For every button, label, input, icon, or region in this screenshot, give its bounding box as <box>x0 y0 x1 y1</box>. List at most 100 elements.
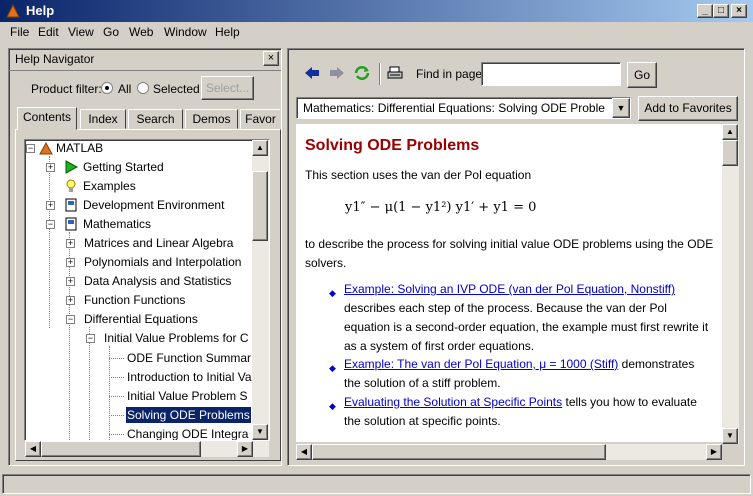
bullet-icon: ◆ <box>329 363 336 373</box>
refresh-icon[interactable] <box>353 65 371 81</box>
title-bar: Help _ □ × <box>0 0 753 22</box>
content-scrollbar[interactable] <box>722 124 739 444</box>
menu-window[interactable]: Window <box>164 25 207 39</box>
print-icon[interactable] <box>386 65 404 81</box>
find-input[interactable] <box>481 62 621 86</box>
content-scroll-up-button[interactable]: ▲ <box>722 124 738 140</box>
product-filter-label: Product filter: <box>31 82 102 96</box>
paragraph: to describe the process for solving init… <box>305 237 714 270</box>
link-stiff-example[interactable]: Example: The van der Pol Equation, μ = 1… <box>344 357 618 371</box>
tree-node-introduction[interactable]: Introduction to Initial Va <box>127 369 252 385</box>
collapse-toggle[interactable]: − <box>46 220 55 229</box>
navigator-title: Help Navigator <box>15 52 95 66</box>
tree-node-ode-function-summary[interactable]: ODE Function Summar <box>127 350 251 366</box>
tree-node-ivp-solvers[interactable]: Initial Value Problem S <box>127 388 248 404</box>
back-arrow-icon[interactable] <box>303 65 321 81</box>
contents-tree[interactable]: − MATLAB + Getting Started Examples + De… <box>24 139 270 441</box>
expand-toggle[interactable]: + <box>46 201 55 210</box>
page-title: Solving ODE Problems <box>305 137 480 154</box>
location-select[interactable]: Mathematics: Differential Equations: Sol… <box>296 97 631 119</box>
menu-web[interactable]: Web <box>129 25 153 39</box>
intro-text: This section uses the van der Pol equati… <box>305 168 532 182</box>
tree-node-matlab-icon <box>38 140 54 156</box>
tab-favorites[interactable]: Favor <box>240 109 280 129</box>
tree-node-data-analysis[interactable]: Data Analysis and Statistics <box>84 273 231 289</box>
window-title: Help <box>26 3 55 18</box>
tree-node-examples[interactable]: Examples <box>83 178 136 194</box>
maximize-button[interactable]: □ <box>713 4 729 18</box>
bullet-icon: ◆ <box>329 401 336 411</box>
lightbulb-icon <box>63 178 79 194</box>
book-icon <box>63 197 79 213</box>
tree-line <box>89 327 90 440</box>
tree-node-function-functions[interactable]: Function Functions <box>84 292 185 308</box>
tab-index[interactable]: Index <box>80 109 126 129</box>
content-scroll-thumb[interactable] <box>722 140 738 166</box>
help-content: Solving ODE Problems This section uses t… <box>296 124 722 442</box>
find-label: Find in page: <box>416 67 486 81</box>
tree-line <box>109 434 124 435</box>
content-scroll-right-button[interactable]: ▶ <box>706 444 722 460</box>
radio-all[interactable] <box>101 82 113 94</box>
forward-arrow-icon[interactable] <box>328 65 346 81</box>
minimize-button[interactable]: _ <box>697 4 713 18</box>
tree-node-mathematics[interactable]: Mathematics <box>83 216 151 232</box>
radio-all-label: All <box>118 82 132 96</box>
tree-line <box>49 156 50 328</box>
tree-node-solving-ode-problems[interactable]: Solving ODE Problems <box>126 407 251 423</box>
collapse-toggle[interactable]: − <box>66 315 75 324</box>
menu-view[interactable]: View <box>68 25 94 39</box>
tree-node-polynomials[interactable]: Polynomials and Interpolation <box>84 254 241 270</box>
radio-selected[interactable] <box>137 82 149 94</box>
tree-node-initial-value-problems[interactable]: Initial Value Problems for C <box>104 330 249 346</box>
content-scroll-down-button[interactable]: ▼ <box>722 428 738 444</box>
add-to-favorites-button[interactable]: Add to Favorites <box>638 96 738 121</box>
content-scroll-left-button[interactable]: ◀ <box>296 444 312 460</box>
app-icon <box>5 3 21 19</box>
scroll-up-button[interactable]: ▲ <box>252 140 268 156</box>
tree-node-matlab[interactable]: MATLAB <box>56 140 103 156</box>
tree-node-changing-ode-integration[interactable]: Changing ODE Integra <box>127 426 248 440</box>
tree-node-matrices[interactable]: Matrices and Linear Algebra <box>84 235 233 251</box>
list-item: Evaluating the Solution at Specific Poin… <box>344 393 709 431</box>
scroll-left-button[interactable]: ◀ <box>25 441 41 457</box>
equation: y1″ − μ(1 − y1²) y1′ + y1 = 0 <box>345 200 537 215</box>
expand-toggle[interactable]: + <box>66 296 75 305</box>
link-solving-ivp-ode[interactable]: Example: Solving an IVP ODE (van der Pol… <box>344 282 675 296</box>
list-item: Example: The van der Pol Equation, μ = 1… <box>344 355 709 393</box>
tab-demos[interactable]: Demos <box>185 109 238 129</box>
hscroll-thumb[interactable] <box>41 441 201 457</box>
close-button[interactable]: × <box>731 4 747 18</box>
menu-edit[interactable]: Edit <box>38 25 59 39</box>
scroll-down-button[interactable]: ▼ <box>252 424 268 440</box>
expand-toggle[interactable]: + <box>66 277 75 286</box>
toolbar-separator <box>379 63 381 85</box>
tree-node-development-environment[interactable]: Development Environment <box>83 197 224 213</box>
scroll-thumb[interactable] <box>252 171 268 241</box>
expand-toggle[interactable]: + <box>66 239 75 248</box>
tree-node-getting-started[interactable]: Getting Started <box>83 159 164 175</box>
expand-toggle[interactable]: + <box>66 258 75 267</box>
menu-go[interactable]: Go <box>103 25 119 39</box>
tree-line <box>109 377 124 378</box>
bullet-icon: ◆ <box>329 288 336 298</box>
link-evaluating-solution[interactable]: Evaluating the Solution at Specific Poin… <box>344 395 562 409</box>
select-button[interactable]: Select... <box>201 76 254 100</box>
tab-contents[interactable]: Contents <box>17 107 77 130</box>
tree-node-differential-equations[interactable]: Differential Equations <box>84 311 198 327</box>
chevron-down-icon[interactable]: ▼ <box>612 98 630 118</box>
collapse-toggle[interactable]: − <box>86 334 95 343</box>
content-hscroll-thumb[interactable] <box>312 444 606 460</box>
list-item: Example: Solving an IVP ODE (van der Pol… <box>344 280 709 356</box>
menu-file[interactable]: File <box>10 25 29 39</box>
go-button[interactable]: Go <box>627 62 657 88</box>
navigator-close-button[interactable]: × <box>263 51 279 66</box>
tab-search[interactable]: Search <box>128 109 183 129</box>
scroll-right-button[interactable]: ▶ <box>237 441 253 457</box>
tree-line <box>109 358 124 359</box>
list-item-text: describes each step of the process. Beca… <box>344 301 709 353</box>
expand-toggle[interactable]: + <box>46 163 55 172</box>
navigator-divider <box>9 70 281 71</box>
collapse-toggle[interactable]: − <box>26 144 35 153</box>
menu-help[interactable]: Help <box>215 25 240 39</box>
